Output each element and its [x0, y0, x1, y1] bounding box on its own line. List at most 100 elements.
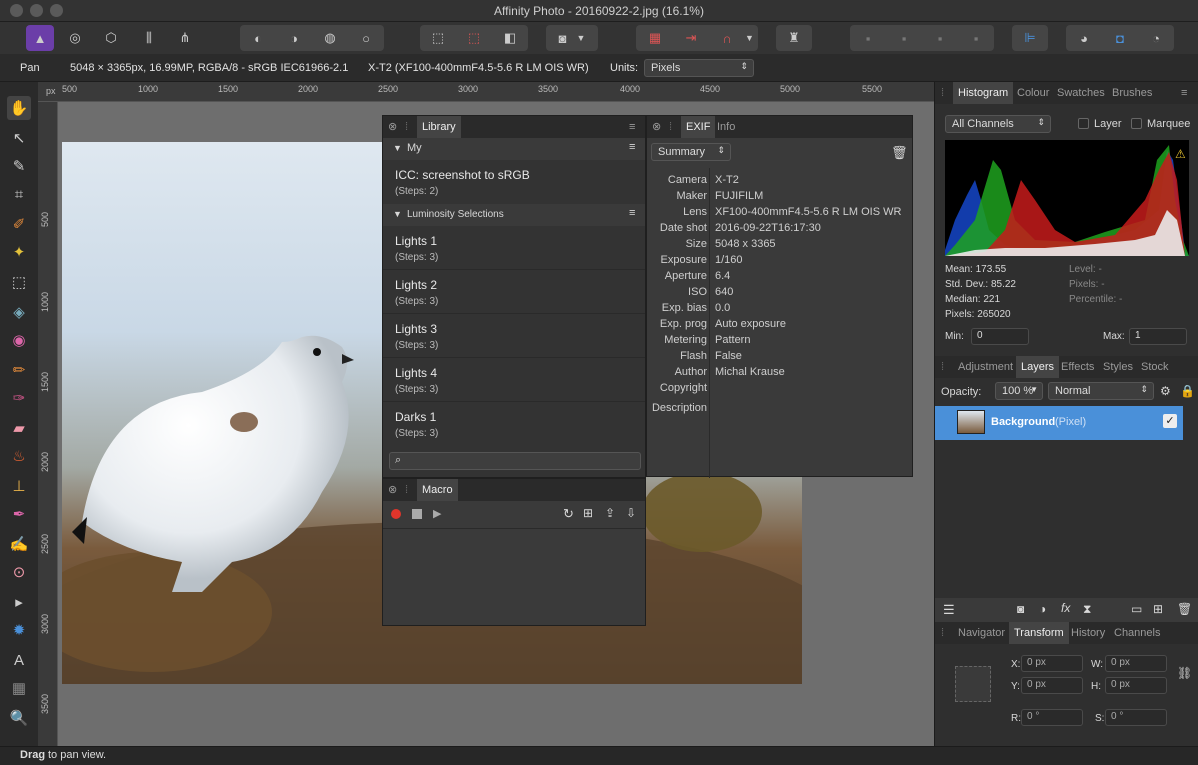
erase-brush-tool-icon[interactable]: ▰	[7, 416, 31, 440]
fx-icon[interactable]: fx	[1061, 601, 1070, 615]
tab-styles[interactable]: Styles	[1103, 356, 1133, 378]
crop-tool-icon[interactable]: ⌗	[7, 182, 31, 206]
tab-library[interactable]: Library	[417, 116, 461, 138]
library-search-input[interactable]: ⌕	[389, 452, 641, 470]
mesh-warp-tool-icon[interactable]: ▦	[7, 676, 31, 700]
tab-stock[interactable]: Stock	[1141, 356, 1169, 378]
max-input[interactable]: 1	[1129, 328, 1187, 345]
blend-mode-select[interactable]: Normal ⇕	[1048, 382, 1154, 400]
filter-icon[interactable]: ⧗	[1083, 602, 1091, 617]
marquee-checkbox[interactable]	[1131, 118, 1142, 129]
rotation-field[interactable]: 0 °	[1021, 709, 1083, 726]
pen-tool-icon[interactable]: ▸	[7, 590, 31, 614]
move-to-front-icon[interactable]: ▪	[958, 31, 994, 46]
add-shape-icon[interactable]: ◕	[1066, 31, 1102, 46]
repeat-icon[interactable]: ↻	[563, 506, 574, 522]
tab-macro[interactable]: Macro	[417, 479, 458, 501]
y-field[interactable]: 0 px	[1021, 677, 1083, 694]
add-to-library-icon[interactable]: ⊞	[583, 506, 593, 520]
flood-fill-tool-icon[interactable]: ◈	[7, 300, 31, 324]
colour-wheel-icon[interactable]: ◍	[312, 30, 348, 46]
move-icon[interactable]: ⇥	[673, 30, 709, 46]
group-menu-icon[interactable]: ≡	[629, 207, 635, 219]
shear-field[interactable]: 0 °	[1105, 709, 1167, 726]
dodge-tool-icon[interactable]: ♨	[7, 444, 31, 468]
tab-navigator[interactable]: Navigator	[958, 622, 1005, 644]
layer-row-background[interactable]: Background (Pixel) ✓	[935, 406, 1183, 440]
export-icon[interactable]: ⇪	[605, 506, 615, 520]
units-select[interactable]: Pixels ⇕	[644, 59, 754, 77]
red-eye-tool-icon[interactable]: ⊙	[7, 560, 31, 584]
export-persona-icon[interactable]: ⋔	[172, 25, 198, 51]
h-field[interactable]: 0 px	[1105, 677, 1167, 694]
tab-swatches[interactable]: Swatches	[1057, 82, 1105, 104]
snapping-magnet-icon[interactable]: ∩	[709, 31, 745, 46]
tab-histogram[interactable]: Histogram	[953, 82, 1014, 104]
tab-history[interactable]: History	[1071, 622, 1105, 644]
group-menu-icon[interactable]: ≡	[629, 141, 635, 153]
grid-icon[interactable]: ▦	[637, 30, 673, 46]
channels-select[interactable]: All Channels ⇕	[945, 115, 1051, 133]
adjustment-icon[interactable]: ◑	[1039, 602, 1046, 616]
drag-handle-icon[interactable]: ⁞	[941, 356, 944, 378]
layer-checkbox[interactable]	[1078, 118, 1089, 129]
selection-brush-tool-icon[interactable]: ✐	[7, 212, 31, 236]
drag-handle-icon[interactable]: ⁞	[941, 622, 944, 644]
stop-icon[interactable]	[412, 509, 422, 519]
select-all-icon[interactable]: ⬚	[420, 30, 456, 46]
tab-channels[interactable]: Channels	[1114, 622, 1160, 644]
list-item[interactable]: ICC: screenshot to sRGB (Steps: 2)	[383, 160, 645, 202]
import-icon[interactable]: ⇩	[626, 506, 636, 520]
color-picker-tool-icon[interactable]: ✎	[7, 154, 31, 178]
play-icon[interactable]: ▶	[433, 507, 441, 520]
mask-icon[interactable]: ◙	[1017, 602, 1024, 616]
min-input[interactable]: 0	[971, 328, 1029, 345]
gear-icon[interactable]: ⚙	[1160, 384, 1171, 398]
align-icon[interactable]: ⊫	[1012, 25, 1048, 51]
tab-brushes[interactable]: Brushes	[1112, 82, 1152, 104]
exif-mode-select[interactable]: Summary ⇕	[651, 143, 731, 161]
tab-info[interactable]: Info	[717, 116, 735, 138]
tab-exif[interactable]: EXIF	[681, 116, 716, 138]
trash-icon[interactable]: 🗑	[1177, 602, 1192, 616]
close-panel-icon[interactable]: ⊗	[652, 116, 661, 138]
develop-persona-icon[interactable]: ⬡	[98, 25, 124, 51]
tab-effects[interactable]: Effects	[1061, 356, 1094, 378]
list-item[interactable]: Lights 2 (Steps: 3)	[383, 270, 645, 314]
tab-colour[interactable]: Colour	[1017, 82, 1049, 104]
layer-visibility-checkbox[interactable]: ✓	[1163, 414, 1177, 428]
close-panel-icon[interactable]: ⊗	[388, 479, 397, 501]
quick-mask-button[interactable]: ◙ ▼	[546, 25, 598, 51]
drag-handle-icon[interactable]: ⁞	[405, 116, 408, 138]
white-balance-icon[interactable]: ○	[348, 31, 384, 46]
photo-persona-icon[interactable]: ▲	[26, 25, 54, 51]
library-group-my[interactable]: ▼ My ≡	[383, 138, 645, 160]
list-item[interactable]: Lights 4 (Steps: 3)	[383, 358, 645, 402]
anchor-selector[interactable]	[955, 666, 991, 702]
hand-tool-icon[interactable]: ✋	[7, 96, 31, 120]
panel-menu-icon[interactable]: ≡	[1181, 82, 1187, 104]
drag-handle-icon[interactable]: ⁞	[669, 116, 672, 138]
opacity-select[interactable]: 100 % ▼	[995, 382, 1043, 400]
tab-transform[interactable]: Transform	[1009, 622, 1069, 644]
liquify-persona-icon[interactable]: ◎	[62, 25, 88, 51]
paint-brush-tool-icon[interactable]: ✏	[7, 358, 31, 382]
assistant-icon[interactable]: ♜	[776, 25, 812, 51]
list-item[interactable]: Darks 1 (Steps: 3)	[383, 402, 645, 444]
subtract-shape-icon[interactable]: ◘	[1102, 31, 1138, 46]
invert-selection-icon[interactable]: ◧	[492, 30, 528, 46]
shape-tool-icon[interactable]: ✹	[7, 618, 31, 642]
tone-mapping-persona-icon[interactable]: ⫼	[136, 25, 162, 51]
add-layer-icon[interactable]: ⊞	[1153, 602, 1163, 616]
drag-handle-icon[interactable]: ⁞	[941, 82, 944, 104]
tab-adjustment[interactable]: Adjustment	[958, 356, 1013, 378]
levels-icon[interactable]: ◐	[240, 31, 276, 46]
move-back-icon[interactable]: ▪	[886, 31, 922, 46]
text-tool-icon[interactable]: A	[7, 648, 31, 672]
tab-layers[interactable]: Layers	[1016, 356, 1060, 378]
color-replacement-tool-icon[interactable]: ✑	[7, 386, 31, 410]
x-field[interactable]: 0 px	[1021, 655, 1083, 672]
record-icon[interactable]	[391, 509, 401, 519]
move-to-back-icon[interactable]: ▪	[850, 31, 886, 46]
black-white-icon[interactable]: ◑	[276, 31, 312, 46]
